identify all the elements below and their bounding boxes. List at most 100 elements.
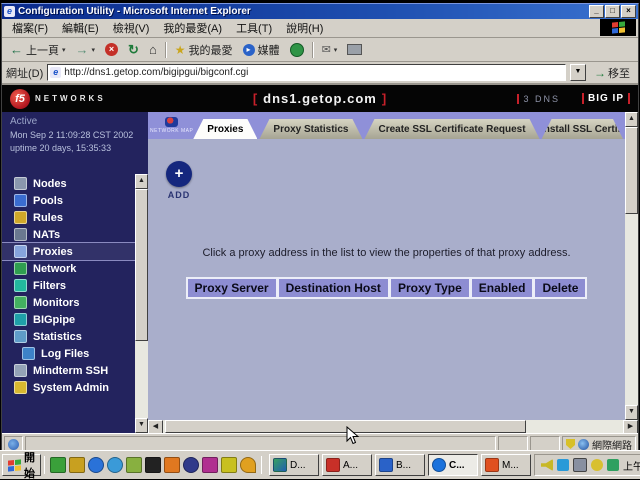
sidebar-item-rules[interactable]: Rules <box>2 209 148 226</box>
address-dropdown-button[interactable]: ▼ <box>570 64 586 81</box>
scroll-up-icon[interactable]: ▲ <box>135 174 148 189</box>
back-button[interactable]: ← 上一頁 ▾ <box>6 41 70 59</box>
link-3dns[interactable]: 3 DNS <box>517 94 560 104</box>
quick-launch-icon-3[interactable] <box>88 457 104 473</box>
brand-links: 3 DNS BIG IP <box>517 93 630 104</box>
column-header-delete: Delete <box>533 277 587 299</box>
scroll-down-icon[interactable]: ▼ <box>135 418 148 433</box>
volume-icon[interactable] <box>541 459 553 471</box>
print-button[interactable] <box>343 43 366 56</box>
menu-edit[interactable]: 編輯(E) <box>56 19 105 37</box>
sidebar-item-label: BIGpipe <box>33 314 75 326</box>
add-icon[interactable]: + <box>166 161 192 187</box>
scrollbar-track[interactable] <box>163 420 623 433</box>
display-icon[interactable] <box>573 458 587 472</box>
mail-button[interactable]: ✉ ▾ <box>318 42 342 57</box>
monitors-icon <box>14 296 27 309</box>
go-button[interactable]: → 移至 <box>590 65 634 81</box>
quick-launch-icon-5[interactable] <box>126 457 142 473</box>
quick-launch-icon-6[interactable] <box>145 457 161 473</box>
scrollbar-track[interactable] <box>625 127 638 405</box>
network-map-button[interactable]: NETWORK MAP <box>150 112 193 139</box>
quick-launch-icon-9[interactable] <box>202 457 218 473</box>
add-proxy-control[interactable]: + ADD <box>166 161 192 200</box>
tab-proxies[interactable]: Proxies <box>193 119 257 139</box>
history-icon <box>290 43 304 57</box>
scheduler-icon[interactable] <box>591 459 603 471</box>
sidebar-item-label: Filters <box>33 280 66 292</box>
sidebar-item-label: Mindterm SSH <box>33 365 108 377</box>
back-dropdown-icon[interactable]: ▾ <box>62 46 66 54</box>
scrollbar-thumb[interactable] <box>135 189 148 341</box>
taskbar-window-4-active[interactable]: C... <box>428 454 478 476</box>
log-files-icon <box>22 347 35 360</box>
sidebar-item-pools[interactable]: Pools <box>2 192 148 209</box>
scrollbar-track[interactable] <box>135 189 148 418</box>
start-button[interactable]: 開始 <box>2 454 41 476</box>
favorites-button[interactable]: ★ 我的最愛 <box>171 41 237 59</box>
sidebar-item-log-files[interactable]: Log Files <box>2 345 148 362</box>
address-input[interactable]: e http://dns1.getop.com/bigipgui/bigconf… <box>47 64 566 81</box>
minimize-button[interactable]: _ <box>589 5 604 18</box>
content-vertical-scrollbar[interactable]: ▲ ▼ <box>625 112 638 420</box>
network-status-icon[interactable] <box>607 459 619 471</box>
menu-help[interactable]: 說明(H) <box>280 19 329 37</box>
close-button[interactable]: × <box>621 5 636 18</box>
sidebar-item-monitors[interactable]: Monitors <box>2 294 148 311</box>
sidebar-scrollbar[interactable]: ▲ ▼ <box>135 174 148 433</box>
menu-file[interactable]: 檔案(F) <box>6 19 54 37</box>
taskbar-window-3[interactable]: B... <box>375 454 425 476</box>
title-bar: e Configuration Utility - Microsoft Inte… <box>2 4 638 19</box>
home-button[interactable]: ⌂ <box>145 41 161 58</box>
tab-proxy-statistics[interactable]: Proxy Statistics <box>259 119 362 139</box>
start-label: 開始 <box>24 449 35 480</box>
quick-launch-icon-8[interactable] <box>183 457 199 473</box>
taskbar-window-2[interactable]: A... <box>322 454 372 476</box>
quick-launch-icon-2[interactable] <box>69 457 85 473</box>
media-button[interactable]: ▸ 媒體 <box>239 41 284 59</box>
link-bigip[interactable]: BIG IP <box>582 93 630 104</box>
forward-button[interactable]: → ▾ <box>72 42 100 57</box>
quick-launch-icon-10[interactable] <box>221 457 237 473</box>
refresh-button[interactable]: ↻ <box>124 41 143 59</box>
forward-dropdown-icon[interactable]: ▾ <box>92 46 96 54</box>
mail-dropdown-icon[interactable]: ▾ <box>334 46 338 54</box>
window-5-icon <box>485 458 499 472</box>
sidebar-item-mindterm-ssh[interactable]: Mindterm SSH <box>2 362 148 379</box>
menu-favorites[interactable]: 我的最愛(A) <box>157 19 228 37</box>
menu-view[interactable]: 檢視(V) <box>107 19 156 37</box>
stop-button[interactable]: × <box>101 42 122 57</box>
content-horizontal-scrollbar[interactable]: ◀ ▶ <box>148 420 638 433</box>
sidebar-item-filters[interactable]: Filters <box>2 277 148 294</box>
scroll-up-icon[interactable]: ▲ <box>625 112 638 127</box>
tab-create-ssl-certificate-request[interactable]: Create SSL Certificate Request <box>364 119 539 139</box>
quick-launch-icon-7[interactable] <box>164 457 180 473</box>
sidebar-item-bigpipe[interactable]: BIGpipe <box>2 311 148 328</box>
scroll-down-icon[interactable]: ▼ <box>625 405 638 420</box>
document-icon <box>8 439 19 450</box>
history-button[interactable] <box>286 42 308 58</box>
tab-install-ssl-certificate[interactable]: Install SSL Certifi <box>542 119 623 139</box>
messenger-icon[interactable] <box>557 459 569 471</box>
sidebar-item-proxies[interactable]: Proxies <box>2 243 148 260</box>
quick-launch-icon-4[interactable] <box>107 457 123 473</box>
sidebar-item-nats[interactable]: NATs <box>2 226 148 243</box>
menu-tools[interactable]: 工具(T) <box>230 19 278 37</box>
maximize-button[interactable]: □ <box>605 5 620 18</box>
sidebar-item-label: Statistics <box>33 331 82 343</box>
taskbar-window-5[interactable]: M... <box>481 454 531 476</box>
bracket-open: [ <box>253 91 258 106</box>
filters-icon <box>14 279 27 292</box>
sidebar-item-network[interactable]: Network <box>2 260 148 277</box>
taskbar-window-1[interactable]: D... <box>269 454 319 476</box>
quick-launch-icon-11[interactable] <box>240 457 256 473</box>
scrollbar-thumb[interactable] <box>625 127 638 214</box>
sidebar-item-statistics[interactable]: Statistics <box>2 328 148 345</box>
sidebar-item-label: Nodes <box>33 178 67 190</box>
quick-launch-icon-1[interactable] <box>50 457 66 473</box>
scrollbar-thumb[interactable] <box>165 420 526 433</box>
sidebar-item-system-admin[interactable]: System Admin <box>2 379 148 396</box>
column-header-proxy-type: Proxy Type <box>389 277 470 299</box>
security-shield-icon <box>566 439 575 449</box>
sidebar-item-nodes[interactable]: Nodes <box>2 175 148 192</box>
